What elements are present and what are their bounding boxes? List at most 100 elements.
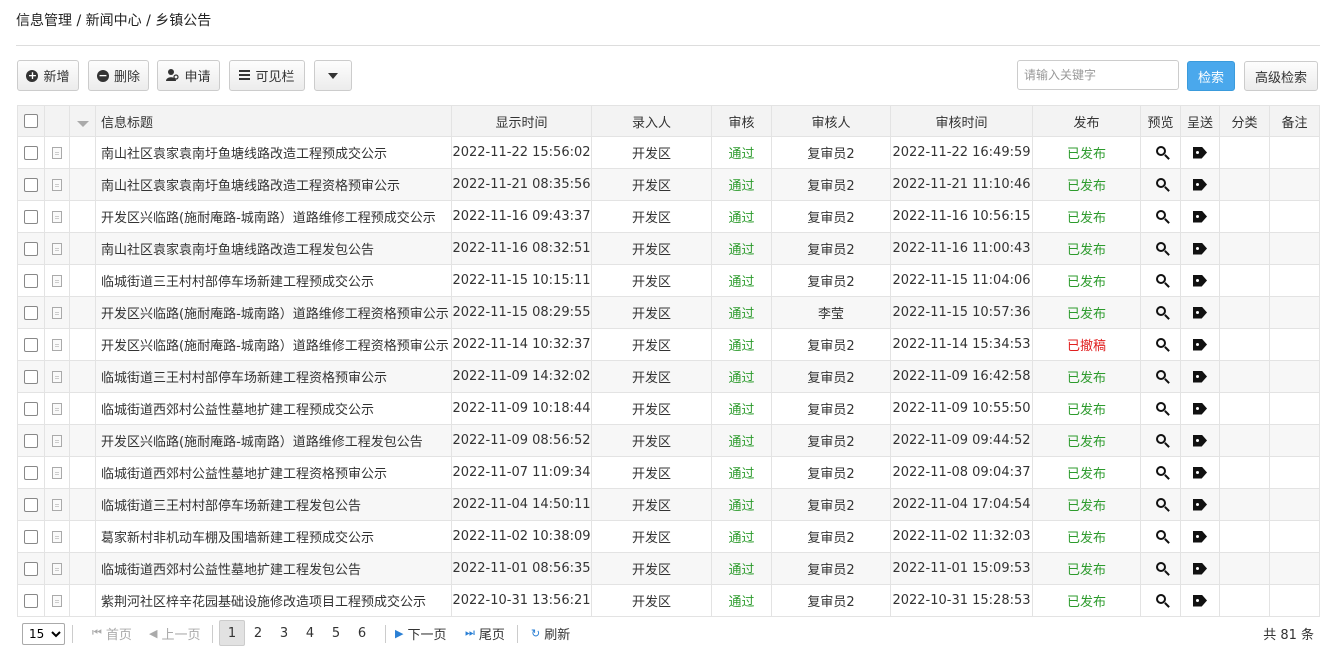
header-title[interactable]: 信息标题	[95, 105, 452, 137]
header-reviewer[interactable]: 审核人	[771, 105, 891, 137]
page-number-6[interactable]: 6	[349, 620, 375, 646]
visible-columns-button[interactable]: 可见栏	[229, 60, 305, 91]
magnifier-icon[interactable]	[1155, 562, 1166, 572]
table-row[interactable]: 紫荆河社区梓辛花园基础设施修改造项目工程预成交公示 2022-10-31 13:…	[17, 584, 1320, 617]
page-number-4[interactable]: 4	[297, 620, 323, 646]
row-checkbox[interactable]	[24, 305, 38, 320]
refresh-button[interactable]: ↻ 刷新	[531, 620, 570, 646]
select-all-checkbox[interactable]	[24, 114, 38, 128]
magnifier-icon[interactable]	[1155, 210, 1166, 220]
table-row[interactable]: 临城街道三王村村部停车场新建工程发包公告 2022-11-04 14:50:11…	[17, 488, 1320, 521]
table-row[interactable]: 葛家新村非机动车棚及围墙新建工程预成交公示 2022-11-02 10:38:0…	[17, 520, 1320, 553]
header-category[interactable]: 分类	[1219, 105, 1270, 137]
row-title[interactable]: 南山社区袁家袁南圩鱼塘线路改造工程资格预审公示	[95, 168, 452, 201]
magnifier-icon[interactable]	[1155, 338, 1166, 348]
page-number-5[interactable]: 5	[323, 620, 349, 646]
table-row[interactable]: 临城街道西郊村公益性墓地扩建工程发包公告 2022-11-01 08:56:35…	[17, 552, 1320, 585]
row-checkbox[interactable]	[24, 177, 38, 192]
row-checkbox[interactable]	[24, 241, 38, 256]
header-display-time[interactable]: 显示时间	[451, 105, 592, 137]
filter-icon[interactable]	[76, 121, 89, 127]
magnifier-icon[interactable]	[1155, 178, 1166, 188]
row-title[interactable]: 临城街道西郊村公益性墓地扩建工程资格预审公示	[95, 456, 452, 489]
row-checkbox[interactable]	[24, 433, 38, 448]
header-entered-by[interactable]: 录入人	[591, 105, 712, 137]
page-number-1[interactable]: 1	[219, 620, 245, 646]
page-number-2[interactable]: 2	[245, 620, 271, 646]
first-page-link[interactable]: ⏮ 首页	[92, 620, 132, 646]
magnifier-icon[interactable]	[1155, 274, 1166, 284]
tag-icon[interactable]	[1193, 338, 1207, 351]
last-page-link[interactable]: ⏭ 尾页	[465, 620, 505, 646]
row-checkbox[interactable]	[24, 209, 38, 224]
table-row[interactable]: 临城街道西郊村公益性墓地扩建工程资格预审公示 2022-11-07 11:09:…	[17, 456, 1320, 489]
table-row[interactable]: 南山社区袁家袁南圩鱼塘线路改造工程资格预审公示 2022-11-21 08:35…	[17, 168, 1320, 201]
table-row[interactable]: 开发区兴临路(施耐庵路-城南路）道路维修工程发包公告 2022-11-09 08…	[17, 424, 1320, 457]
table-row[interactable]: 开发区兴临路(施耐庵路-城南路）道路维修工程资格预审公示 2022-11-15 …	[17, 296, 1320, 329]
magnifier-icon[interactable]	[1155, 530, 1166, 540]
table-row[interactable]: 开发区兴临路(施耐庵路-城南路）道路维修工程资格预审公示 2022-11-14 …	[17, 328, 1320, 361]
page-size-select[interactable]: 15	[22, 623, 65, 645]
row-checkbox[interactable]	[24, 497, 38, 512]
prev-page-link[interactable]: ◀ 上一页	[149, 620, 200, 646]
magnifier-icon[interactable]	[1155, 498, 1166, 508]
search-button[interactable]: 检索	[1187, 61, 1235, 91]
tag-icon[interactable]	[1193, 178, 1207, 191]
tag-icon[interactable]	[1193, 466, 1207, 479]
row-checkbox[interactable]	[24, 145, 38, 160]
row-checkbox[interactable]	[24, 465, 38, 480]
row-title[interactable]: 开发区兴临路(施耐庵路-城南路）道路维修工程资格预审公示	[95, 328, 452, 361]
search-input[interactable]	[1017, 60, 1179, 90]
row-checkbox[interactable]	[24, 337, 38, 352]
more-dropdown-button[interactable]	[314, 60, 352, 91]
magnifier-icon[interactable]	[1155, 242, 1166, 252]
apply-button[interactable]: 申请	[157, 60, 220, 91]
magnifier-icon[interactable]	[1155, 594, 1166, 604]
magnifier-icon[interactable]	[1155, 434, 1166, 444]
row-checkbox[interactable]	[24, 401, 38, 416]
row-title[interactable]: 紫荆河社区梓辛花园基础设施修改造项目工程预成交公示	[95, 584, 452, 617]
table-row[interactable]: 开发区兴临路(施耐庵路-城南路）道路维修工程预成交公示 2022-11-16 0…	[17, 200, 1320, 233]
table-row[interactable]: 临城街道西郊村公益性墓地扩建工程预成交公示 2022-11-09 10:18:4…	[17, 392, 1320, 425]
tag-icon[interactable]	[1193, 530, 1207, 543]
table-row[interactable]: 南山社区袁家袁南圩鱼塘线路改造工程发包公告 2022-11-16 08:32:5…	[17, 232, 1320, 265]
tag-icon[interactable]	[1193, 146, 1207, 159]
tag-icon[interactable]	[1193, 498, 1207, 511]
magnifier-icon[interactable]	[1155, 370, 1166, 380]
tag-icon[interactable]	[1193, 306, 1207, 319]
row-title[interactable]: 南山社区袁家袁南圩鱼塘线路改造工程发包公告	[95, 232, 452, 265]
row-checkbox[interactable]	[24, 593, 38, 608]
tag-icon[interactable]	[1193, 434, 1207, 447]
delete-button[interactable]: − 删除	[88, 60, 149, 91]
magnifier-icon[interactable]	[1155, 306, 1166, 316]
tag-icon[interactable]	[1193, 562, 1207, 575]
tag-icon[interactable]	[1193, 274, 1207, 287]
tag-icon[interactable]	[1193, 370, 1207, 383]
row-title[interactable]: 开发区兴临路(施耐庵路-城南路）道路维修工程资格预审公示	[95, 296, 452, 329]
row-title[interactable]: 开发区兴临路(施耐庵路-城南路）道路维修工程预成交公示	[95, 200, 452, 233]
row-title[interactable]: 临城街道三王村村部停车场新建工程预成交公示	[95, 264, 452, 297]
page-number-3[interactable]: 3	[271, 620, 297, 646]
row-title[interactable]: 临城街道西郊村公益性墓地扩建工程预成交公示	[95, 392, 452, 425]
row-checkbox[interactable]	[24, 273, 38, 288]
row-title[interactable]: 葛家新村非机动车棚及围墙新建工程预成交公示	[95, 520, 452, 553]
tag-icon[interactable]	[1193, 594, 1207, 607]
magnifier-icon[interactable]	[1155, 402, 1166, 412]
row-title[interactable]: 临城街道西郊村公益性墓地扩建工程发包公告	[95, 552, 452, 585]
row-title[interactable]: 开发区兴临路(施耐庵路-城南路）道路维修工程发包公告	[95, 424, 452, 457]
row-title[interactable]: 临城街道三王村村部停车场新建工程发包公告	[95, 488, 452, 521]
advanced-search-button[interactable]: 高级检索	[1244, 61, 1318, 91]
add-button[interactable]: + 新增	[17, 60, 79, 91]
table-row[interactable]: 临城街道三王村村部停车场新建工程资格预审公示 2022-11-09 14:32:…	[17, 360, 1320, 393]
table-row[interactable]: 南山社区袁家袁南圩鱼塘线路改造工程预成交公示 2022-11-22 15:56:…	[17, 136, 1320, 169]
next-page-link[interactable]: ▶ 下一页	[395, 620, 446, 646]
tag-icon[interactable]	[1193, 242, 1207, 255]
header-review-time[interactable]: 审核时间	[890, 105, 1033, 137]
header-remark[interactable]: 备注	[1269, 105, 1320, 137]
header-review[interactable]: 审核	[711, 105, 772, 137]
magnifier-icon[interactable]	[1155, 146, 1166, 156]
row-checkbox[interactable]	[24, 369, 38, 384]
row-title[interactable]: 南山社区袁家袁南圩鱼塘线路改造工程预成交公示	[95, 136, 452, 169]
tag-icon[interactable]	[1193, 402, 1207, 415]
tag-icon[interactable]	[1193, 210, 1207, 223]
